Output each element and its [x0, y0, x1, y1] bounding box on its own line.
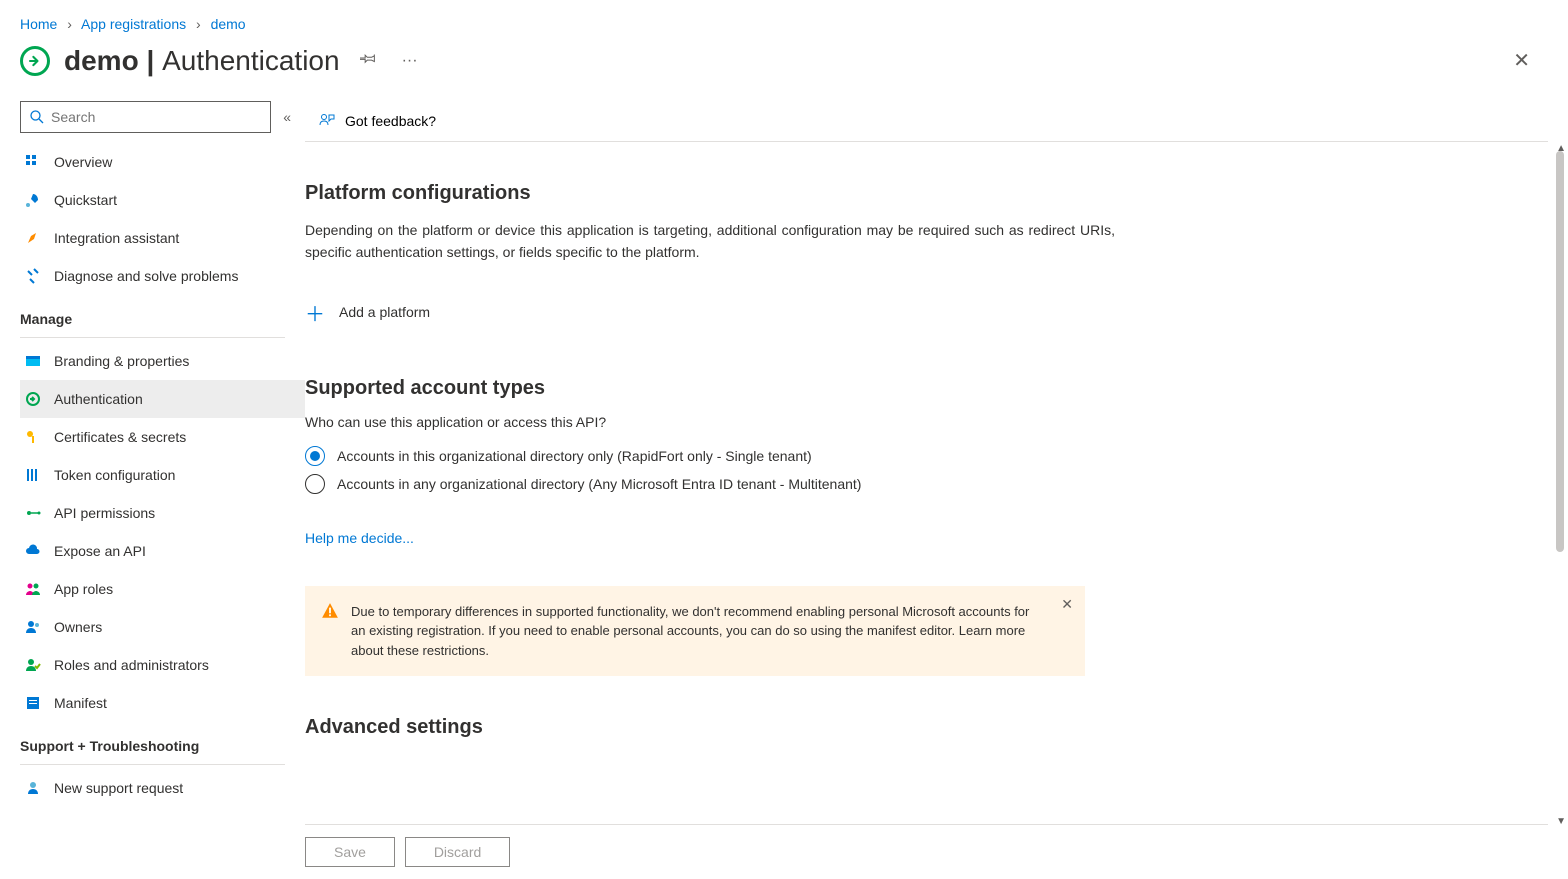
add-platform-button[interactable]: ＋ Add a platform — [305, 288, 430, 337]
sidebar-item-overview[interactable]: Overview — [20, 143, 305, 181]
platform-heading: Platform configurations — [305, 182, 1115, 205]
overview-icon — [24, 153, 42, 171]
sidebar-item-label: Authentication — [54, 391, 143, 407]
sidebar-item-integration-assistant[interactable]: Integration assistant — [20, 219, 305, 257]
advanced-settings-heading: Advanced settings — [305, 716, 1115, 739]
rocket-icon — [24, 191, 42, 209]
sidebar-item-token-config[interactable]: Token configuration — [20, 456, 305, 494]
sidebar-item-expose-api[interactable]: Expose an API — [20, 532, 305, 570]
sidebar-item-app-roles[interactable]: App roles — [20, 570, 305, 608]
sidebar-item-label: Owners — [54, 619, 102, 635]
sidebar-item-manifest[interactable]: Manifest — [20, 684, 305, 722]
auth-icon — [24, 390, 42, 408]
chevron-right-icon: › — [196, 16, 201, 32]
footer-bar: Save Discard — [305, 824, 1548, 879]
radio-icon — [305, 446, 325, 466]
page-header: demo | Authentication ··· ✕ — [0, 40, 1568, 101]
sidebar-section-manage: Manage — [20, 295, 305, 333]
divider — [20, 337, 285, 338]
account-types-question: Who can use this application or access t… — [305, 414, 1115, 430]
search-icon — [29, 109, 45, 125]
scrollbar-thumb[interactable] — [1556, 151, 1564, 552]
sidebar-item-label: App roles — [54, 581, 113, 597]
breadcrumb: Home › App registrations › demo — [0, 0, 1568, 40]
scroll-down-arrow[interactable]: ▼ — [1556, 816, 1566, 827]
sidebar-item-label: New support request — [54, 780, 183, 796]
sidebar-item-label: Certificates & secrets — [54, 429, 186, 445]
rocket-orange-icon — [24, 229, 42, 247]
feedback-icon — [319, 113, 335, 129]
manifest-icon — [24, 694, 42, 712]
sidebar-item-diagnose[interactable]: Diagnose and solve problems — [20, 257, 305, 295]
admin-icon — [24, 656, 42, 674]
sidebar-item-owners[interactable]: Owners — [20, 608, 305, 646]
got-feedback-button[interactable]: Got feedback? — [305, 105, 450, 137]
radio-label: Accounts in this organizational director… — [337, 448, 812, 464]
alert-text: Due to temporary differences in supporte… — [351, 602, 1045, 661]
token-icon — [24, 466, 42, 484]
account-types-heading: Supported account types — [305, 377, 1115, 400]
sidebar-item-label: Diagnose and solve problems — [54, 268, 238, 284]
search-input[interactable] — [20, 101, 271, 133]
save-button[interactable]: Save — [305, 837, 395, 867]
sidebar-item-label: Overview — [54, 154, 112, 170]
sidebar-item-label: Branding & properties — [54, 353, 189, 369]
command-bar: Got feedback? — [305, 101, 1548, 142]
sidebar-item-label: Quickstart — [54, 192, 117, 208]
sidebar-item-label: API permissions — [54, 505, 155, 521]
sidebar-item-api-permissions[interactable]: API permissions — [20, 494, 305, 532]
alert-close-button[interactable]: ✕ — [1061, 596, 1073, 613]
sidebar-item-label: Expose an API — [54, 543, 146, 559]
owners-icon — [24, 618, 42, 636]
key-icon — [24, 428, 42, 446]
branding-icon — [24, 352, 42, 370]
roles-icon — [24, 580, 42, 598]
more-button[interactable]: ··· — [396, 46, 424, 76]
main-content: Got feedback? Platform configurations De… — [305, 101, 1568, 879]
sidebar-item-label: Integration assistant — [54, 230, 179, 246]
breadcrumb-app-registrations[interactable]: App registrations — [81, 16, 186, 32]
radio-single-tenant[interactable]: Accounts in this organizational director… — [305, 446, 1115, 466]
sidebar-item-label: Manifest — [54, 695, 107, 711]
divider — [20, 764, 285, 765]
wrench-icon — [24, 267, 42, 285]
sidebar-item-quickstart[interactable]: Quickstart — [20, 181, 305, 219]
sidebar-item-label: Token configuration — [54, 467, 175, 483]
plus-icon: ＋ — [305, 298, 325, 327]
sidebar-section-support: Support + Troubleshooting — [20, 722, 305, 760]
radio-icon — [305, 474, 325, 494]
sidebar-item-certificates[interactable]: Certificates & secrets — [20, 418, 305, 456]
sidebar-item-roles-admins[interactable]: Roles and administrators — [20, 646, 305, 684]
app-icon — [20, 46, 50, 76]
sidebar: « Overview Quickstart Integration assist… — [0, 101, 305, 879]
sidebar-item-label: Roles and administrators — [54, 657, 209, 673]
close-button[interactable]: ✕ — [1505, 40, 1538, 81]
chevron-right-icon: › — [67, 16, 72, 32]
platform-description: Depending on the platform or device this… — [305, 219, 1115, 264]
support-icon — [24, 779, 42, 797]
cloud-icon — [24, 542, 42, 560]
sidebar-item-authentication[interactable]: Authentication — [20, 380, 305, 418]
sidebar-item-branding[interactable]: Branding & properties — [20, 342, 305, 380]
warning-alert: Due to temporary differences in supporte… — [305, 586, 1085, 677]
pin-button[interactable] — [354, 44, 382, 77]
warning-icon — [321, 602, 339, 661]
breadcrumb-home[interactable]: Home — [20, 16, 57, 32]
api-icon — [24, 504, 42, 522]
help-me-decide-link[interactable]: Help me decide... — [305, 530, 414, 546]
sidebar-item-new-support[interactable]: New support request — [20, 769, 305, 807]
page-title: demo | Authentication — [64, 45, 340, 77]
radio-multi-tenant[interactable]: Accounts in any organizational directory… — [305, 474, 1115, 494]
breadcrumb-demo[interactable]: demo — [211, 16, 246, 32]
discard-button[interactable]: Discard — [405, 837, 510, 867]
scrollbar[interactable] — [1554, 151, 1564, 819]
radio-label: Accounts in any organizational directory… — [337, 476, 861, 492]
collapse-sidebar-button[interactable]: « — [279, 105, 295, 129]
